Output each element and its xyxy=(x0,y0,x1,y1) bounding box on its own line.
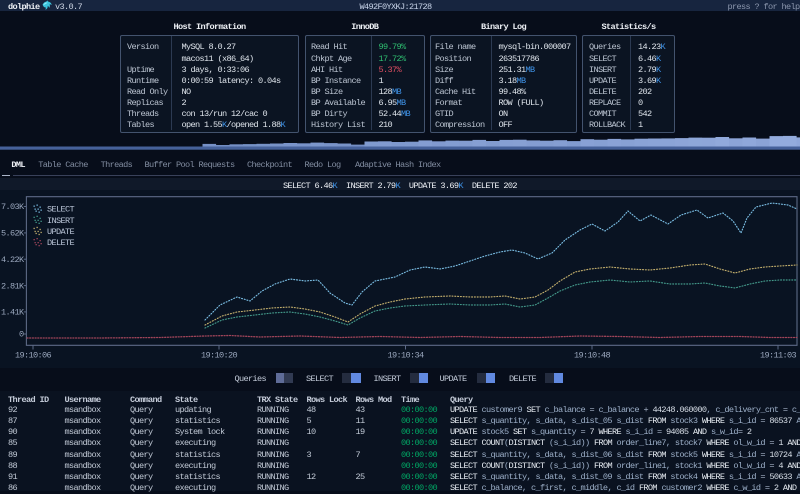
svg-text:2.81K: 2.81K xyxy=(1,281,25,291)
svg-text:4.22K: 4.22K xyxy=(1,255,25,265)
svg-text:SELECT: SELECT xyxy=(47,205,74,215)
svg-text:1.41K: 1.41K xyxy=(1,308,25,318)
svg-text:19:10:20: 19:10:20 xyxy=(201,351,237,361)
svg-text:UPDATE: UPDATE xyxy=(47,227,74,237)
svg-text:5.62K: 5.62K xyxy=(1,229,25,239)
svg-text:19:10:48: 19:10:48 xyxy=(574,351,610,361)
svg-text:19:10:34: 19:10:34 xyxy=(388,351,424,361)
svg-text:DELETE: DELETE xyxy=(47,238,74,248)
svg-text:19:10:06: 19:10:06 xyxy=(15,351,51,361)
svg-text:INSERT: INSERT xyxy=(47,216,74,226)
svg-text:0: 0 xyxy=(19,330,24,340)
svg-text:7.03K: 7.03K xyxy=(1,202,25,212)
svg-text:19:11:03: 19:11:03 xyxy=(760,351,796,361)
